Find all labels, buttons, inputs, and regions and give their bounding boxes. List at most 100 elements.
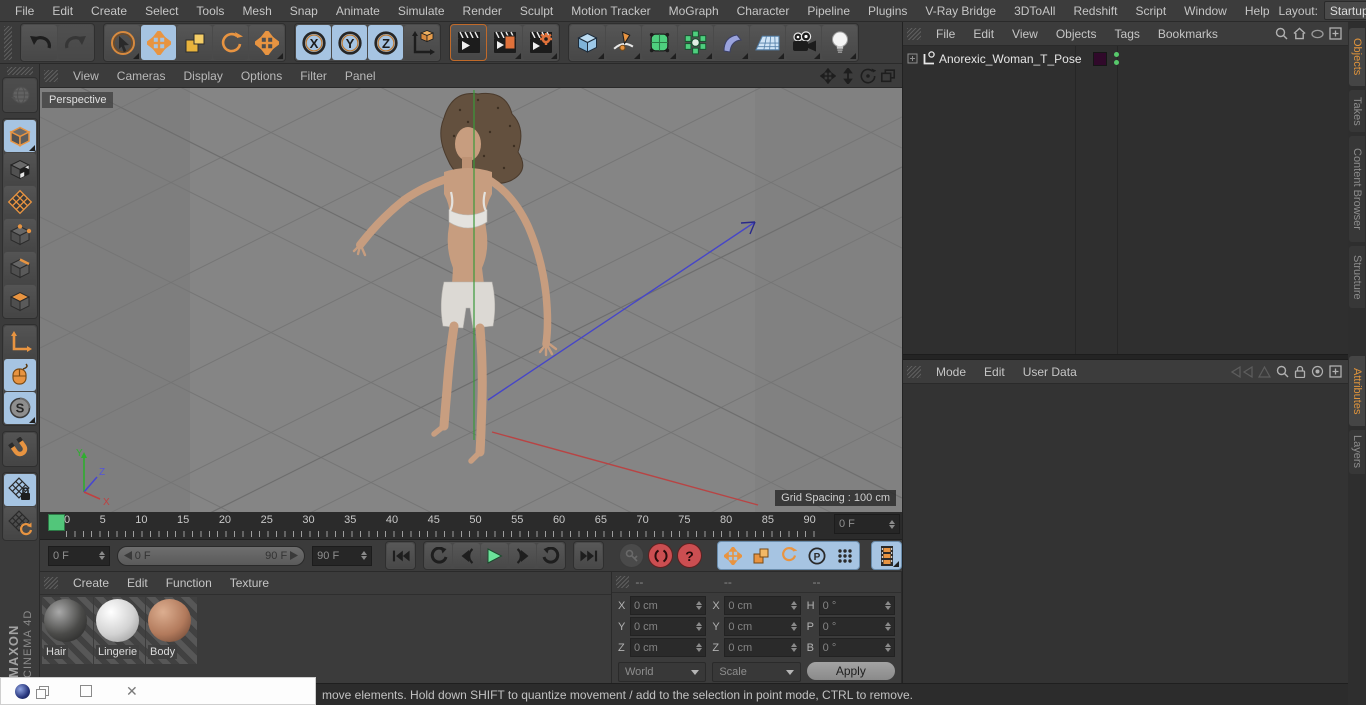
home-icon[interactable]	[1293, 27, 1306, 40]
panel-grip[interactable]	[616, 576, 630, 588]
menubar-item[interactable]: Tools	[187, 4, 233, 18]
object-tree[interactable]: Anorexic_Woman_T_Pose	[903, 46, 1348, 354]
move-tool-button[interactable]	[141, 25, 176, 60]
key-position-button[interactable]	[719, 543, 746, 568]
panel-grip[interactable]	[907, 27, 921, 40]
model-mode-button[interactable]	[3, 120, 36, 152]
cone-icon[interactable]	[1258, 365, 1271, 378]
scale-tool-button[interactable]	[177, 25, 212, 60]
object-manager-menu-item[interactable]: Edit	[964, 27, 1003, 41]
undo-button[interactable]	[22, 25, 57, 60]
stepper-arrows[interactable]	[98, 551, 105, 560]
material-preview-sphere[interactable]	[96, 599, 139, 642]
material-name[interactable]: Hair	[44, 645, 69, 659]
close-window-icon[interactable]: ✕	[126, 683, 138, 700]
menubar-item[interactable]: Animate	[327, 4, 389, 18]
menubar-item[interactable]: V-Ray Bridge	[916, 4, 1005, 18]
previous-frame-button[interactable]	[453, 543, 480, 568]
material-item[interactable]: Hair	[42, 597, 93, 664]
apply-button[interactable]: Apply	[806, 662, 895, 680]
stepper-arrows[interactable]	[790, 601, 797, 610]
stepper-arrows[interactable]	[889, 519, 895, 529]
coordinate-field[interactable]: 0 cm	[724, 617, 801, 636]
menubar-item[interactable]: 3DToAll	[1005, 4, 1064, 18]
redo-button[interactable]	[58, 25, 93, 60]
material-menu-item[interactable]: Create	[64, 576, 118, 590]
menubar-item[interactable]: Help	[1236, 4, 1279, 18]
menubar-item[interactable]: Pipeline	[798, 4, 859, 18]
menubar-item[interactable]: Select	[136, 4, 187, 18]
points-mode-button[interactable]	[3, 219, 36, 251]
stepper-arrows[interactable]	[885, 601, 891, 610]
material-menu-item[interactable]: Edit	[118, 576, 157, 590]
viewport-canvas[interactable]: Y Z X Perspective Grid Spacing : 100 cm	[40, 88, 902, 513]
floor-button[interactable]	[750, 25, 785, 60]
attribute-menu-item[interactable]: User Data	[1014, 365, 1086, 379]
menubar-item[interactable]: File	[6, 4, 43, 18]
subdivision-surface-button[interactable]	[642, 25, 677, 60]
record-key-button[interactable]	[619, 543, 644, 568]
viewport-menu-item[interactable]: Filter	[291, 69, 336, 83]
tweak-mode-button[interactable]	[3, 359, 36, 391]
next-key-button[interactable]	[537, 543, 564, 568]
lock-x-axis-button[interactable]: X	[296, 25, 331, 60]
viewport-pan-icon[interactable]	[820, 67, 836, 84]
material-preview-sphere[interactable]	[44, 599, 87, 642]
object-row[interactable]: Anorexic_Woman_T_Pose	[903, 48, 1348, 69]
go-to-end-button[interactable]	[575, 543, 602, 568]
viewport-menu-item[interactable]: Display	[174, 69, 231, 83]
lock-workplane-button[interactable]	[3, 474, 36, 506]
panel-grip[interactable]	[44, 577, 58, 589]
expand-icon[interactable]	[907, 53, 918, 64]
preview-range-slider[interactable]: 0 F 90 F	[116, 545, 306, 566]
render-to-picture-viewer-button[interactable]	[487, 25, 522, 60]
range-start-spinner[interactable]: 0 F	[48, 545, 110, 566]
lock-z-axis-button[interactable]: Z	[368, 25, 403, 60]
edges-mode-button[interactable]	[3, 252, 36, 284]
enable-axis-button[interactable]	[3, 326, 36, 358]
material-name[interactable]: Body	[148, 645, 178, 659]
camera-button[interactable]	[786, 25, 821, 60]
timeline-button[interactable]	[873, 543, 900, 568]
visibility-dots[interactable]	[1113, 52, 1119, 65]
restore-window-icon[interactable]	[36, 685, 49, 699]
enable-snap-button[interactable]	[3, 433, 36, 465]
coordinate-mode-dropdown[interactable]: Scale	[712, 662, 801, 682]
stepper-arrows[interactable]	[696, 601, 703, 610]
polygons-mode-button[interactable]	[3, 285, 36, 317]
layout-dropdown[interactable]: Startup	[1323, 1, 1366, 20]
coordinate-field[interactable]: 0 cm	[630, 638, 707, 657]
material-item[interactable]: Lingerie	[94, 597, 145, 664]
coordinate-field[interactable]: 0 cm	[724, 638, 801, 657]
keyframe-selection-button[interactable]	[831, 543, 858, 568]
tab-layers[interactable]: Layers	[1349, 430, 1365, 474]
menubar-item[interactable]: Simulate	[389, 4, 454, 18]
lock-y-axis-button[interactable]: Y	[332, 25, 367, 60]
rotate-tool-button[interactable]	[213, 25, 248, 60]
menubar-item[interactable]: Snap	[281, 4, 327, 18]
key-rotation-button[interactable]	[775, 543, 802, 568]
search-icon[interactable]	[1276, 365, 1289, 378]
lock-icon[interactable]	[1294, 365, 1306, 378]
menubar-item[interactable]: Create	[82, 4, 136, 18]
coordinate-system-dropdown[interactable]: World	[618, 662, 707, 682]
coordinate-field[interactable]: 0 °	[818, 638, 895, 657]
move-tool-alt-button[interactable]	[249, 25, 284, 60]
coordinate-field[interactable]: 0 cm	[724, 596, 801, 615]
light-button[interactable]	[822, 25, 857, 60]
target-icon[interactable]	[1311, 365, 1324, 378]
timeline-scrubber[interactable]	[48, 514, 65, 531]
tab-structure[interactable]: Structure	[1349, 246, 1365, 308]
menubar-item[interactable]: Motion Tracker	[562, 4, 659, 18]
key-scale-button[interactable]	[747, 543, 774, 568]
tab-content-browser[interactable]: Content Browser	[1349, 136, 1365, 242]
bend-deformer-button[interactable]	[714, 25, 749, 60]
stepper-arrows[interactable]	[361, 551, 367, 560]
tab-objects[interactable]: Objects	[1349, 28, 1365, 86]
viewport-menu-item[interactable]: View	[64, 69, 108, 83]
stepper-arrows[interactable]	[885, 643, 891, 652]
viewport-dolly-icon[interactable]	[840, 67, 856, 84]
panel-grip[interactable]	[907, 365, 921, 378]
coordinate-field[interactable]: 0 °	[818, 596, 895, 615]
attribute-menu-item[interactable]: Edit	[975, 365, 1014, 379]
